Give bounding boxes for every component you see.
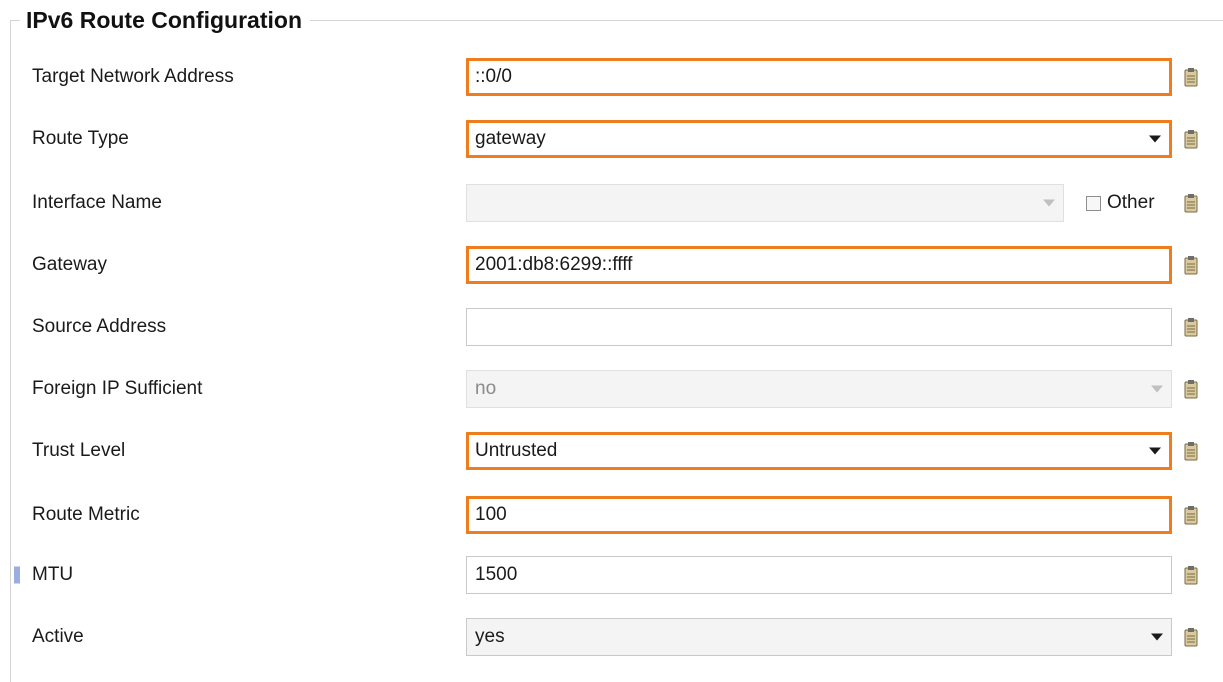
row-gateway: Gateway 2001:db8:6299::ffff (0, 234, 1223, 296)
other-label: Other (1107, 192, 1155, 213)
row-interface-name: Interface Name Other (0, 172, 1223, 234)
clipboard-icon[interactable] (1184, 441, 1198, 461)
route-metric-input[interactable]: 100 (466, 496, 1172, 534)
clipboard-icon[interactable] (1184, 255, 1198, 275)
field-label: Gateway (32, 254, 107, 275)
foreign-ip-sufficient-value: no (475, 378, 497, 399)
route-type-value: gateway (475, 128, 546, 149)
clipboard-icon[interactable] (1184, 379, 1198, 399)
field-label: MTU (32, 564, 74, 585)
clipboard-icon[interactable] (1184, 565, 1198, 585)
other-option[interactable]: Other (1086, 192, 1155, 214)
field-label: Trust Level (32, 440, 126, 461)
field-label: Foreign IP Sufficient (32, 378, 203, 399)
chevron-down-icon[interactable] (1149, 135, 1161, 143)
mtu-input[interactable]: 1500 (466, 556, 1172, 594)
clipboard-icon[interactable] (1184, 317, 1198, 337)
field-label: Active (32, 626, 84, 647)
clipboard-icon[interactable] (1184, 505, 1198, 525)
gateway-input[interactable]: 2001:db8:6299::ffff (466, 246, 1172, 284)
field-label: Route Type (32, 128, 129, 149)
other-checkbox[interactable] (1086, 195, 1101, 211)
trust-level-value: Untrusted (475, 440, 558, 461)
clipboard-icon[interactable] (1184, 129, 1198, 149)
clipboard-icon[interactable] (1184, 193, 1198, 213)
target-network-address-input[interactable]: ::0/0 (466, 58, 1172, 96)
trust-level-select[interactable]: Untrusted (466, 432, 1172, 470)
field-label: Interface Name (32, 192, 162, 213)
chevron-down-icon (1043, 199, 1055, 207)
field-label: Source Address (32, 316, 167, 337)
row-source-address: Source Address (0, 296, 1223, 358)
field-label: Target Network Address (32, 66, 234, 87)
route-type-select[interactable]: gateway (466, 120, 1172, 158)
foreign-ip-sufficient-select[interactable]: no (466, 370, 1172, 408)
source-address-input[interactable] (466, 308, 1172, 346)
row-mtu: MTU 1500 (0, 544, 1223, 606)
chevron-down-icon[interactable] (1149, 447, 1161, 455)
row-foreign-ip-sufficient: Foreign IP Sufficient no (0, 358, 1223, 420)
row-trust-level: Trust Level Untrusted (0, 420, 1223, 482)
row-route-metric: Route Metric 100 (0, 484, 1223, 546)
section-title: IPv6 Route Configuration (20, 5, 310, 35)
clipboard-icon[interactable] (1184, 67, 1198, 87)
row-target-network-address: Target Network Address ::0/0 (0, 46, 1223, 108)
modified-marker (14, 566, 20, 584)
active-select[interactable]: yes (466, 618, 1172, 656)
chevron-down-icon[interactable] (1151, 633, 1163, 641)
clipboard-icon[interactable] (1184, 627, 1198, 647)
row-route-type: Route Type gateway (0, 108, 1223, 170)
active-value: yes (475, 626, 505, 647)
interface-name-select[interactable] (466, 184, 1064, 222)
field-label: Route Metric (32, 504, 140, 525)
row-active: Active yes (0, 606, 1223, 668)
chevron-down-icon (1151, 385, 1163, 393)
